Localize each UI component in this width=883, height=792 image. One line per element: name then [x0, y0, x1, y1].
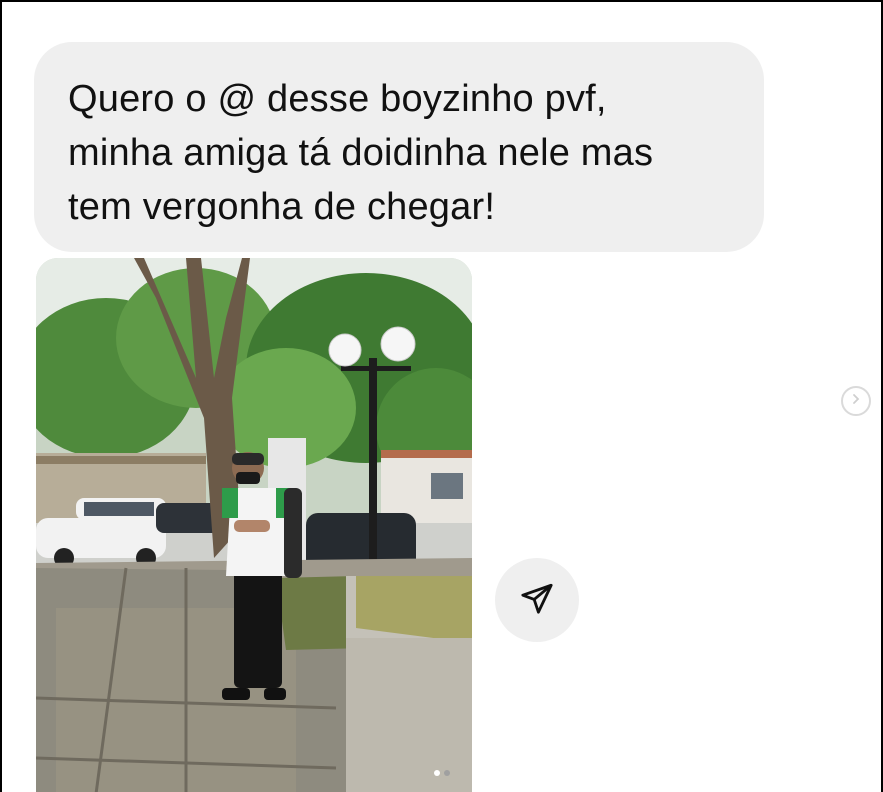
carousel-indicator — [434, 770, 450, 776]
carousel-dot-active — [434, 770, 440, 776]
next-button[interactable] — [841, 386, 871, 416]
chat-frame: Quero o @ desse boyzinho pvf, minha amig… — [0, 0, 883, 792]
chevron-right-icon — [850, 392, 862, 410]
photo-scene — [36, 258, 472, 792]
message-text: Quero o @ desse boyzinho pvf, minha amig… — [68, 78, 654, 228]
message-bubble[interactable]: Quero o @ desse boyzinho pvf, minha amig… — [34, 42, 764, 252]
photo-attachment[interactable] — [36, 258, 472, 792]
share-button[interactable] — [495, 558, 579, 642]
paper-plane-icon — [520, 581, 554, 620]
carousel-dot — [444, 770, 450, 776]
